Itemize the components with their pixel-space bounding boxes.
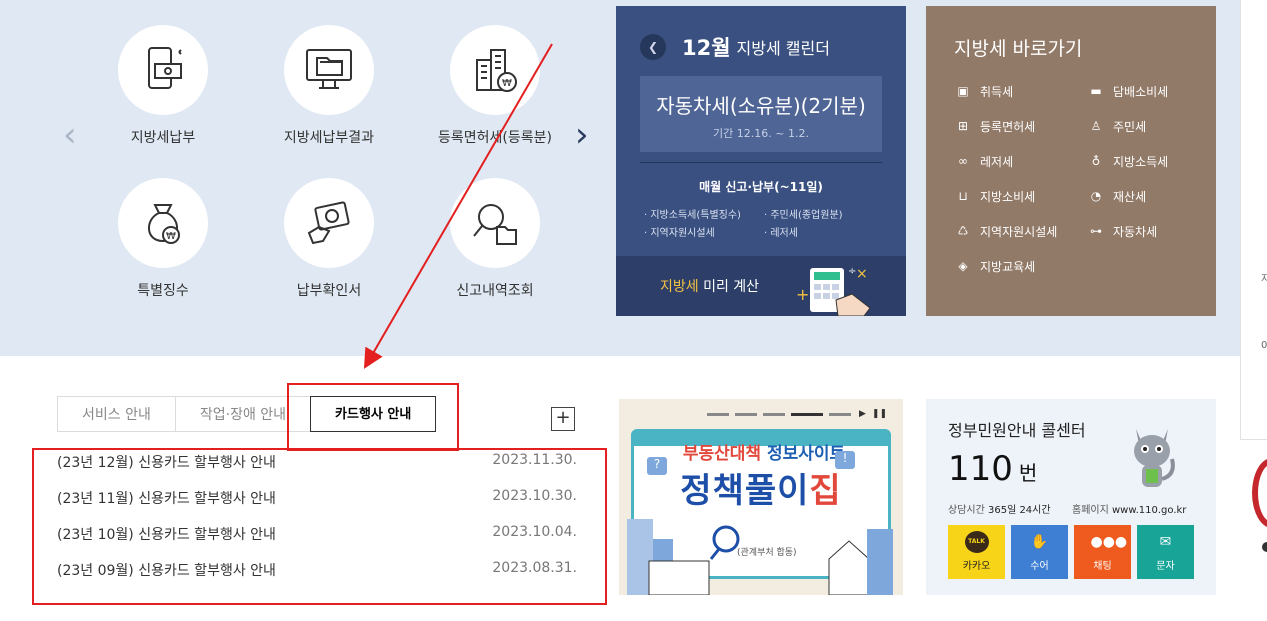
hand-icon: ✋	[1030, 534, 1049, 550]
talk-icon: TALK	[964, 531, 989, 553]
call-center-title: 정부민원안내 콜센터	[948, 421, 1086, 440]
call-center-panel: 정부민원안내 콜센터 110 번 상담시간 365일 24시간 홈페이지 www.…	[926, 399, 1216, 595]
chat-button[interactable]: ●●● 채팅	[1074, 525, 1131, 579]
banner-dot[interactable]	[735, 412, 757, 416]
call-center-number: 110 번	[948, 449, 1038, 489]
floating-dot	[1262, 542, 1267, 552]
banner-dot-active[interactable]	[791, 412, 823, 416]
banner-dot[interactable]	[763, 412, 785, 416]
policy-banner[interactable]: ▶ ❚❚ 부동산대책 정보사이트 정책풀이집 (관계부처 합동) ? ? !	[619, 399, 903, 595]
button-label: 카카오	[962, 561, 991, 572]
banner-dot[interactable]	[829, 412, 851, 416]
call-center-buttons: TALK 카카오 ✋ 수어 ●●● 채팅 ✉ 문자	[948, 525, 1200, 579]
play-icon[interactable]: ▶	[859, 409, 866, 419]
pause-icon[interactable]: ❚❚	[872, 409, 887, 419]
question-bubble-icon: ?	[647, 457, 667, 475]
city-illustration: ?	[627, 519, 893, 595]
call-center-homepage[interactable]: 홈페이지 www.110.go.kr	[1072, 501, 1186, 516]
button-label: 수어	[1030, 561, 1049, 572]
chat-icon: ●●●	[1090, 534, 1128, 550]
mail-icon: ✉	[1159, 534, 1172, 550]
exclamation-bubble-icon: !	[835, 451, 855, 469]
kakao-button[interactable]: TALK 카카오	[948, 525, 1005, 579]
banner-dot[interactable]	[707, 412, 729, 416]
button-label: 채팅	[1093, 561, 1112, 572]
button-label: 문자	[1156, 561, 1175, 572]
call-center-hours: 상담시간 365일 24시간	[948, 505, 1051, 516]
mascot-cat-icon	[1134, 429, 1175, 487]
banner-pagination: ▶ ❚❚	[707, 409, 887, 419]
sign-language-button[interactable]: ✋ 수어	[1011, 525, 1068, 579]
sms-button[interactable]: ✉ 문자	[1137, 525, 1194, 579]
